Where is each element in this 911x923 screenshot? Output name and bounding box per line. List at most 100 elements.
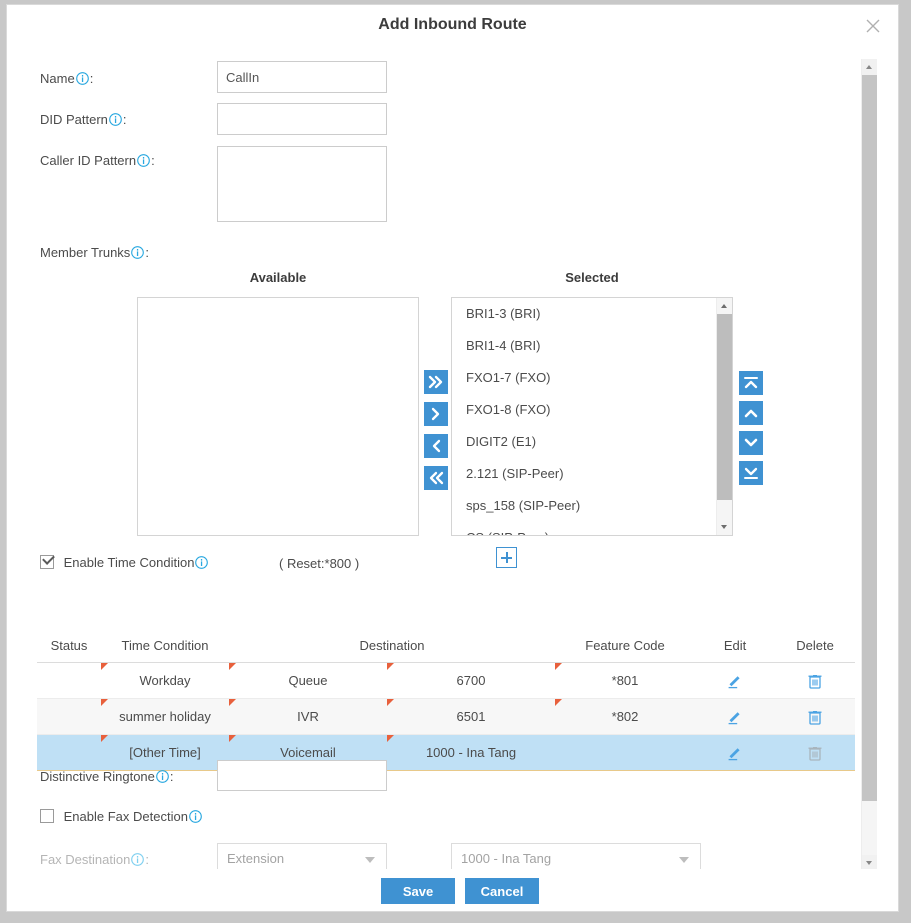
move-right-button[interactable]	[424, 402, 448, 426]
enable-time-condition-checkbox[interactable]	[40, 555, 54, 569]
info-icon[interactable]	[131, 853, 145, 866]
caller-id-pattern-textarea[interactable]	[217, 146, 387, 222]
dialog-scrollbar[interactable]	[861, 59, 877, 871]
fax-destination-target-value: 1000 - Ina Tang	[461, 851, 552, 866]
caller-id-pattern-label-colon: :	[151, 153, 155, 168]
fax-destination-type-value: Extension	[227, 851, 285, 866]
fax-destination-label-colon: :	[145, 852, 149, 867]
cell-status	[37, 734, 101, 771]
chevron-down-icon	[365, 857, 375, 863]
move-up-button[interactable]	[739, 401, 763, 425]
cell-feature-code: *801	[555, 662, 696, 699]
distinctive-ringtone-input[interactable]	[217, 760, 387, 791]
edit-icon[interactable]	[726, 672, 744, 690]
selected-list-caption: Selected	[565, 270, 619, 285]
info-icon[interactable]	[156, 770, 169, 783]
enable-fax-detection-group[interactable]: Enable Fax Detection	[40, 809, 203, 824]
edit-icon[interactable]	[726, 744, 744, 762]
move-to-top-button[interactable]	[739, 371, 763, 395]
move-left-button[interactable]	[424, 434, 448, 458]
save-button[interactable]: Save	[381, 878, 455, 904]
distinctive-ringtone-label-group: Distinctive Ringtone:	[40, 769, 174, 784]
list-scroll-up-arrow-icon[interactable]	[717, 298, 732, 314]
cell-status	[37, 698, 101, 735]
enable-time-condition-group[interactable]: Enable Time Condition	[40, 555, 209, 570]
cell-destination-type: Queue	[229, 662, 387, 699]
selected-trunks-options[interactable]: BRI1-3 (BRI) BRI1-4 (BRI) FXO1-7 (FXO) FXO1…	[452, 298, 717, 535]
member-trunks-label-group: Member Trunks:	[40, 245, 149, 260]
name-label-colon: :	[89, 71, 94, 86]
close-icon[interactable]	[862, 15, 884, 37]
move-to-bottom-button[interactable]	[739, 461, 763, 485]
cell-delete	[775, 698, 856, 735]
cell-status	[37, 662, 101, 699]
cell-edit	[695, 698, 776, 735]
info-icon[interactable]	[109, 113, 122, 126]
list-scroll-down-arrow-icon[interactable]	[717, 519, 732, 535]
table-body: Workday Queue 6700 *801 summer holiday IVR 650…	[37, 662, 856, 771]
caller-id-pattern-label: Caller ID Pattern	[40, 153, 137, 168]
add-inbound-route-dialog: Add Inbound Route Name: DID Pattern: Cal…	[6, 4, 899, 912]
delete-icon[interactable]	[807, 708, 823, 726]
chevron-down-icon	[679, 857, 689, 863]
list-item[interactable]: BRI1-4 (BRI)	[452, 330, 717, 362]
cell-destination-value: 6700	[387, 662, 556, 699]
list-item[interactable]: CS (SIP-Peer)	[452, 522, 717, 535]
selected-list-scrollbar[interactable]	[716, 298, 732, 535]
list-item[interactable]: 2.121 (SIP-Peer)	[452, 458, 717, 490]
cell-destination-value: 6501	[387, 698, 556, 735]
enable-time-condition-label: Enable Time Condition	[63, 555, 195, 570]
edit-icon[interactable]	[726, 708, 744, 726]
info-icon[interactable]	[131, 246, 145, 259]
dialog-titlebar: Add Inbound Route	[7, 5, 898, 47]
delete-icon	[807, 744, 823, 762]
cell-feature-code	[555, 734, 696, 771]
name-input[interactable]	[217, 61, 387, 93]
move-all-right-button[interactable]	[424, 370, 448, 394]
list-item[interactable]: DIGIT2 (E1)	[452, 426, 717, 458]
selected-trunks-listbox[interactable]: BRI1-3 (BRI) BRI1-4 (BRI) FXO1-7 (FXO) FXO1…	[451, 297, 733, 536]
list-item[interactable]: sps_158 (SIP-Peer)	[452, 490, 717, 522]
list-item[interactable]: FXO1-8 (FXO)	[452, 394, 717, 426]
dialog-content: Name: DID Pattern: Caller ID Pattern: Me…	[7, 47, 862, 874]
info-icon[interactable]	[75, 72, 89, 85]
delete-icon[interactable]	[807, 672, 823, 690]
cell-time-condition: summer holiday	[101, 698, 229, 735]
available-list-caption: Available	[249, 270, 307, 285]
available-trunks-listbox[interactable]	[137, 297, 419, 536]
column-header-time-condition: Time Condition	[101, 633, 229, 663]
cell-time-condition: [Other Time]	[101, 734, 229, 771]
fax-destination-label-group: Fax Destination:	[40, 852, 149, 867]
table-row[interactable]: [Other Time] Voicemail 1000 - Ina Tang	[37, 734, 856, 771]
column-header-feature-code: Feature Code	[555, 633, 696, 663]
list-item[interactable]: FXO1-7 (FXO)	[452, 362, 717, 394]
dialog-footer: Save Cancel	[7, 869, 898, 911]
info-icon[interactable]	[195, 556, 209, 569]
list-scroll-thumb[interactable]	[717, 314, 732, 500]
page-title: Add Inbound Route	[378, 16, 527, 33]
move-all-left-button[interactable]	[424, 466, 448, 490]
available-trunks-options[interactable]	[138, 298, 418, 535]
column-header-destination: Destination	[229, 633, 556, 663]
cell-delete	[775, 734, 856, 771]
cell-time-condition: Workday	[101, 662, 229, 699]
info-icon[interactable]	[189, 810, 202, 823]
add-time-condition-button[interactable]	[496, 547, 517, 568]
table-row[interactable]: Workday Queue 6700 *801	[37, 662, 856, 699]
cell-delete	[775, 662, 856, 699]
did-pattern-label-colon: :	[122, 112, 127, 127]
cell-feature-code: *802	[555, 698, 696, 735]
info-icon[interactable]	[137, 154, 150, 167]
scroll-thumb[interactable]	[862, 75, 877, 801]
table-row[interactable]: summer holiday IVR 6501 *802	[37, 698, 856, 735]
column-header-status: Status	[37, 633, 101, 663]
name-label: Name	[40, 71, 75, 86]
cell-destination-type: IVR	[229, 698, 387, 735]
move-down-button[interactable]	[739, 431, 763, 455]
did-pattern-input[interactable]	[217, 103, 387, 135]
enable-fax-detection-checkbox[interactable]	[40, 809, 54, 823]
scroll-up-arrow-icon[interactable]	[862, 59, 877, 75]
cancel-button[interactable]: Cancel	[465, 878, 539, 904]
list-item[interactable]: BRI1-3 (BRI)	[452, 298, 717, 330]
distinctive-ringtone-label-colon: :	[169, 769, 174, 784]
